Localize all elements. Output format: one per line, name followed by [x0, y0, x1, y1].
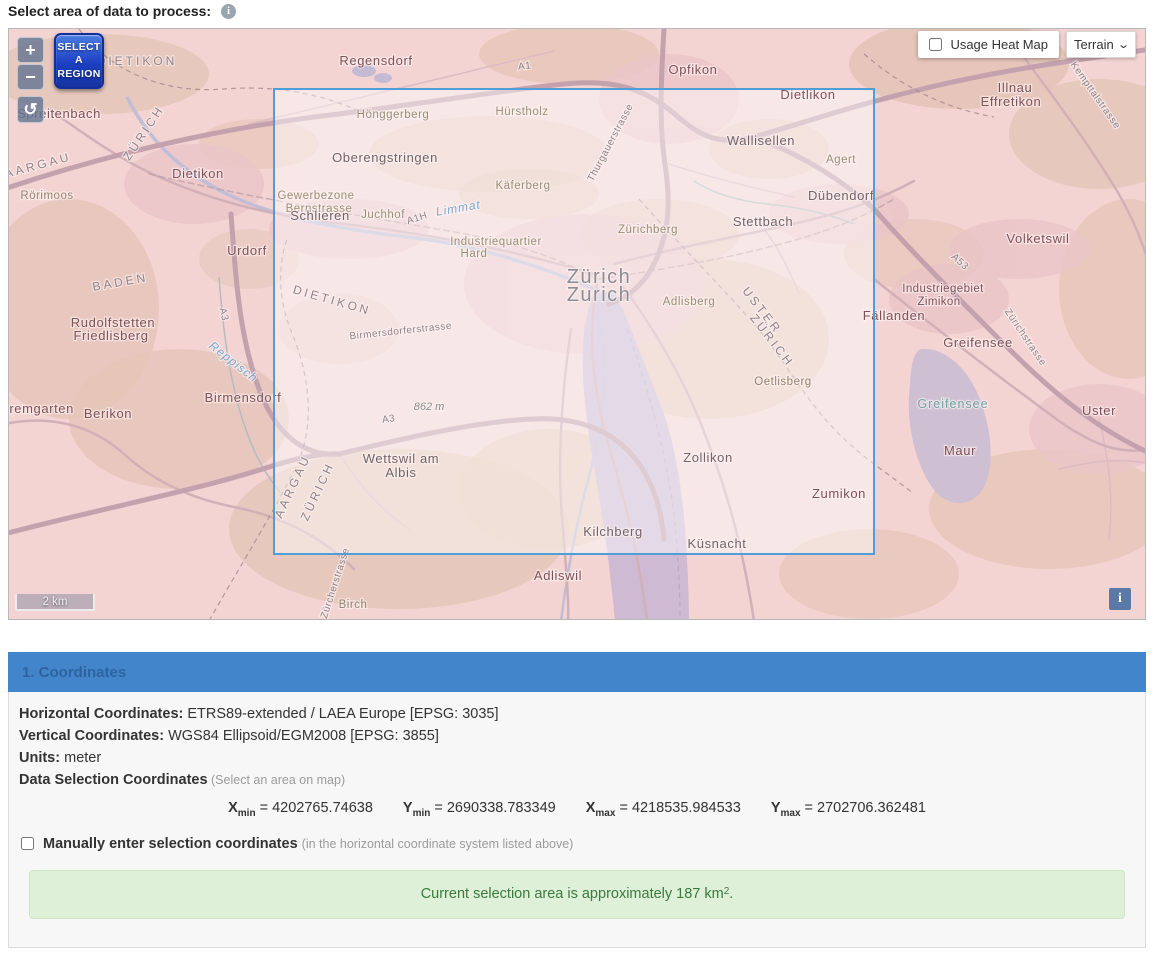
map-label: Friedlisberg	[73, 328, 148, 343]
chevron-down-icon: ⌄	[1117, 38, 1130, 51]
map-label: Wettswil am	[363, 451, 439, 466]
selection-area-text: Current selection area is approximately …	[421, 886, 724, 902]
coordinate-value: Xmax = 4218535.984533	[586, 800, 741, 816]
map-label: Berikon	[84, 406, 132, 421]
map-label: Industriequartier	[450, 236, 542, 248]
map-label: Volketswil	[1006, 231, 1069, 246]
map-label: Zimikon	[917, 296, 960, 308]
map-info-button[interactable]: i	[1109, 588, 1131, 610]
map-label: Juchhof	[361, 209, 405, 221]
usage-heatmap-label: Usage Heat Map	[950, 37, 1048, 52]
coordinate-info-rows: Horizontal Coordinates: ETRS89-extended …	[19, 703, 1135, 791]
map-label: Albis	[385, 465, 416, 480]
map-label: Greifensee	[943, 335, 1013, 350]
page-header: Select area of data to process: i	[8, 3, 236, 19]
map-label: Zurich	[567, 284, 632, 306]
page-title: Select area of data to process:	[8, 3, 211, 19]
coordinate-info-row: Data Selection Coordinates (Select an ar…	[19, 769, 1135, 791]
map-label: Birch	[339, 599, 368, 611]
basemap-selected-value: Terrain	[1074, 37, 1114, 52]
map-label: Regensdorf	[339, 53, 412, 68]
coordinates-panel: 1. Coordinates Horizontal Coordinates: E…	[8, 652, 1146, 948]
map-label: Dietikon	[172, 166, 224, 181]
map-label: A1	[518, 60, 532, 72]
map-label: Bremgarten	[9, 401, 74, 416]
map-label: Hürstholz	[495, 106, 548, 118]
manual-coordinates-label: Manually enter selection coordinates	[43, 836, 298, 852]
zoom-out-button[interactable]: −	[17, 64, 44, 90]
manual-coordinates-note: (in the horizontal coordinate system lis…	[302, 837, 574, 851]
info-icon[interactable]: i	[221, 4, 236, 19]
map-label: Kilchberg	[583, 524, 643, 539]
usage-heatmap-control: Usage Heat Map	[918, 31, 1059, 58]
map-label: Rörimoos	[20, 190, 73, 202]
map-label: Schlieren	[290, 208, 350, 223]
selection-coordinate-values: Xmin = 4202765.74638 Ymin = 2690338.78334…	[19, 796, 1135, 826]
coordinates-section-header: 1. Coordinates	[8, 652, 1146, 692]
coordinate-value: Ymax = 2702706.362481	[771, 800, 926, 816]
map-label: Stettbach	[733, 214, 793, 229]
map-label: Zumikon	[812, 486, 866, 501]
map-label: Zürichberg	[618, 224, 678, 236]
map-label: Oberengstringen	[332, 150, 438, 165]
basemap-dropdown[interactable]: Terrain ⌄	[1066, 31, 1136, 58]
reset-view-button[interactable]: ↺	[17, 96, 44, 123]
map-scale-label: 2 km	[43, 596, 68, 608]
map-label: DIETIKON	[97, 54, 178, 68]
map-canvas[interactable]: DIETIKONRegensdorfOpfikonDietlikonIllnau…	[8, 28, 1146, 620]
coordinate-info-row: Units: meter	[19, 747, 1135, 769]
map-label: Adliswil	[534, 568, 582, 583]
map-label: Oetlisberg	[754, 376, 811, 388]
map-label: Greifensee	[917, 397, 988, 411]
coordinate-value: Ymin = 2690338.783349	[403, 800, 556, 816]
zoom-in-button[interactable]: +	[17, 37, 44, 63]
selection-area-alert: Current selection area is approximately …	[29, 870, 1125, 919]
map-label: Fällanden	[863, 308, 926, 323]
map-label: Maur	[944, 443, 976, 458]
map-label: Zollikon	[683, 450, 733, 465]
map-label: Käferberg	[495, 180, 550, 192]
map-scale-bar: 2 km	[15, 594, 95, 611]
map-label: Urdorf	[227, 243, 267, 258]
map-label: Gewerbezone	[277, 190, 354, 202]
map-label: A3	[381, 413, 396, 426]
select-a-region-button[interactable]: SELECTAREGION	[54, 33, 104, 89]
map-label: Industriegebiet	[902, 283, 984, 295]
coordinate-info-row: Horizontal Coordinates: ETRS89-extended …	[19, 703, 1135, 725]
map-label: Wallisellen	[727, 133, 795, 148]
coordinates-header-title: 1. Coordinates	[22, 664, 126, 681]
map-label: Hönggerberg	[357, 109, 430, 121]
map-label: Effretikon	[981, 94, 1042, 109]
map-label: Opfikon	[668, 62, 717, 77]
map-svg: DIETIKONRegensdorfOpfikonDietlikonIllnau…	[9, 29, 1146, 620]
map-label: Dübendorf	[808, 188, 874, 203]
manual-coordinates-checkbox[interactable]	[21, 837, 34, 850]
usage-heatmap-checkbox[interactable]	[929, 38, 942, 51]
selection-area-suffix: .	[729, 886, 733, 902]
map-label: 862 m	[414, 401, 445, 413]
coordinate-value: Xmin = 4202765.74638	[228, 800, 373, 816]
coordinate-info-row: Vertical Coordinates: WGS84 Ellipsoid/EG…	[19, 725, 1135, 747]
map-label: Birmensdorf	[205, 390, 282, 405]
manual-coordinates-row: Manually enter selection coordinates (in…	[19, 833, 1135, 855]
map-label: Adlisberg	[663, 296, 715, 308]
map-label: Uster	[1082, 403, 1116, 418]
map-label: Hard	[461, 248, 488, 260]
coordinates-panel-body: Horizontal Coordinates: ETRS89-extended …	[9, 692, 1145, 919]
map-label: Illnau	[998, 80, 1033, 95]
map-label: Agert	[826, 154, 856, 166]
map-label: Küsnacht	[687, 536, 746, 551]
